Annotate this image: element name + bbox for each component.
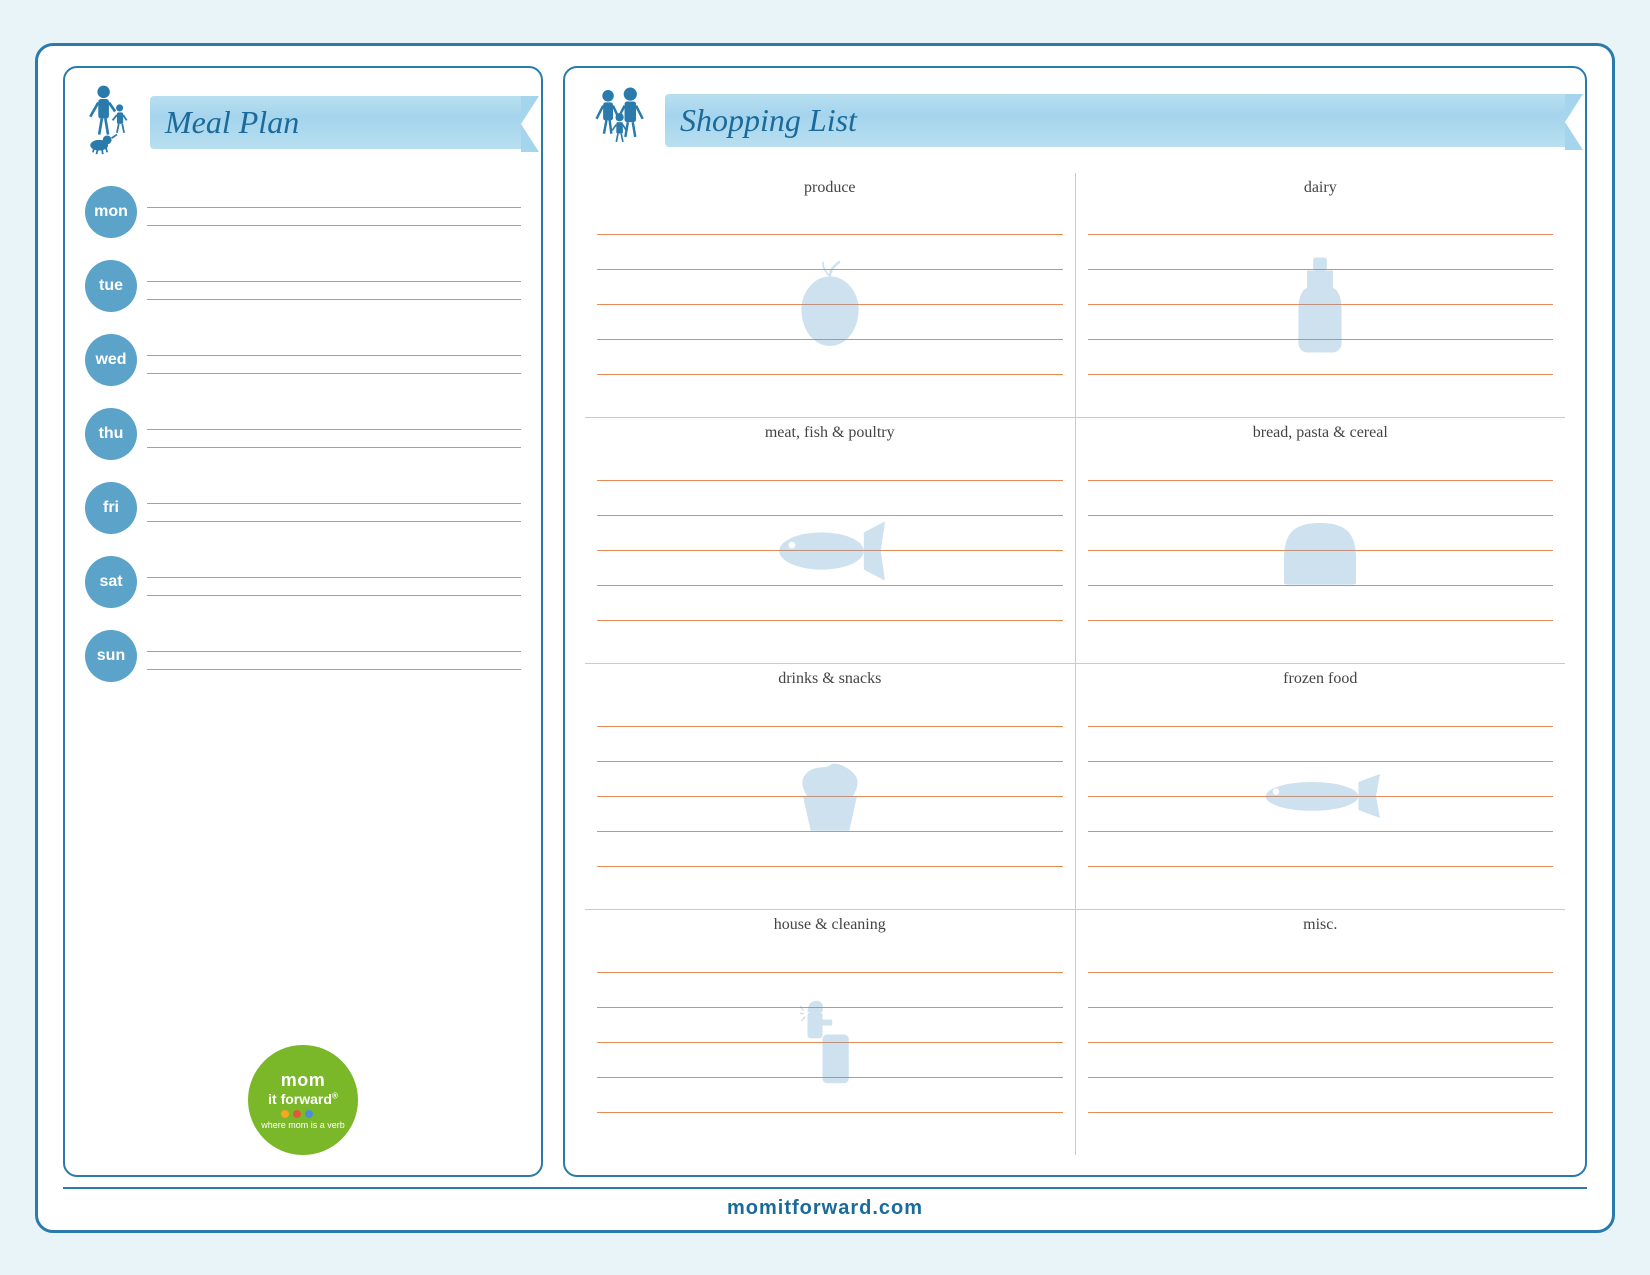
- day-lines-wed: [147, 346, 521, 374]
- days-list: mon tue: [85, 181, 521, 1030]
- day-line: [147, 660, 521, 670]
- shopping-title: Shopping List: [680, 102, 857, 139]
- bread-icon: [1275, 511, 1365, 591]
- day-lines-mon: [147, 198, 521, 226]
- day-line: [147, 290, 521, 300]
- day-row-wed: wed: [85, 334, 521, 386]
- footer: momitforward.com: [63, 1187, 1587, 1220]
- top-panels: Meal Plan mon tue: [63, 66, 1587, 1177]
- logo-forward: it forward®: [268, 1091, 338, 1107]
- day-lines-sun: [147, 642, 521, 670]
- cupcake-icon: [787, 754, 872, 839]
- day-line: [147, 586, 521, 596]
- day-line: [147, 272, 521, 282]
- category-house: house & cleaning: [585, 910, 1076, 1155]
- day-line: [147, 494, 521, 504]
- dot-3: [305, 1110, 313, 1118]
- day-row-sat: sat: [85, 556, 521, 608]
- dot-2: [293, 1110, 301, 1118]
- bread-title: bread, pasta & cereal: [1088, 424, 1554, 442]
- logo-tagline: where mom is a verb: [261, 1120, 345, 1130]
- category-meat: meat, fish & poultry: [585, 418, 1076, 663]
- dot-1: [281, 1110, 289, 1118]
- logo-dots: [281, 1110, 325, 1118]
- misc-lines: [1088, 938, 1554, 1147]
- day-line: [147, 438, 521, 448]
- category-dairy: dairy: [1076, 173, 1566, 418]
- day-row-mon: mon: [85, 186, 521, 238]
- shopping-row-meat-bread: meat, fish & poultry: [585, 418, 1565, 664]
- logo-circle: mom it forward® where mom is a verb: [248, 1045, 358, 1155]
- meal-plan-panel: Meal Plan mon tue: [63, 66, 543, 1177]
- category-frozen: frozen food: [1076, 664, 1566, 909]
- day-circle-mon: mon: [85, 186, 137, 238]
- misc-title: misc.: [1088, 916, 1554, 934]
- footer-website: momitforward.com: [727, 1197, 923, 1220]
- day-line: [147, 642, 521, 652]
- day-line: [147, 198, 521, 208]
- frozen-title: frozen food: [1088, 670, 1554, 688]
- family-icon: [585, 83, 655, 158]
- shopping-row-house-misc: house & cleaning: [585, 910, 1565, 1155]
- day-line: [147, 420, 521, 430]
- meal-plan-banner: Meal Plan: [150, 96, 521, 149]
- apple-icon: [785, 260, 875, 350]
- dairy-icon-wrap: [1088, 201, 1554, 410]
- day-line: [147, 216, 521, 226]
- meal-plan-header: Meal Plan: [85, 83, 521, 163]
- house-icon-wrap: [597, 938, 1063, 1147]
- day-circle-fri: fri: [85, 482, 137, 534]
- day-lines-thu: [147, 420, 521, 448]
- meal-plan-title: Meal Plan: [165, 104, 299, 141]
- spray-bottle-icon: [800, 992, 860, 1092]
- frozen-icon-wrap: [1088, 692, 1554, 901]
- day-lines-fri: [147, 494, 521, 522]
- meat-title: meat, fish & poultry: [597, 424, 1063, 442]
- shopping-banner: Shopping List: [665, 94, 1565, 147]
- day-circle-sat: sat: [85, 556, 137, 608]
- category-drinks: drinks & snacks: [585, 664, 1076, 909]
- drinks-icon-wrap: [597, 692, 1063, 901]
- logo-mom: mom: [281, 1070, 326, 1091]
- fish-icon: [775, 521, 885, 581]
- produce-icon-wrap: [597, 201, 1063, 410]
- misc-icon-wrap: [1088, 938, 1554, 1147]
- dairy-title: dairy: [1088, 179, 1554, 197]
- category-bread: bread, pasta & cereal: [1076, 418, 1566, 663]
- bread-icon-wrap: [1088, 446, 1554, 655]
- dot-4: [317, 1110, 325, 1118]
- day-lines-tue: [147, 272, 521, 300]
- day-circle-thu: thu: [85, 408, 137, 460]
- day-line: [147, 568, 521, 578]
- day-row-thu: thu: [85, 408, 521, 460]
- frozen-food-icon: [1260, 774, 1380, 819]
- day-row-fri: fri: [85, 482, 521, 534]
- day-line: [147, 364, 521, 374]
- meat-icon-wrap: [597, 446, 1063, 655]
- logo-area: mom it forward® where mom is a verb: [85, 1045, 521, 1155]
- person-with-dog-icon: [85, 83, 140, 163]
- shopping-content: produce: [585, 173, 1565, 1155]
- shopping-header: Shopping List: [585, 83, 1565, 158]
- day-line: [147, 346, 521, 356]
- bottle-icon: [1293, 257, 1348, 352]
- shopping-panel: Shopping List produce: [563, 66, 1587, 1177]
- day-lines-sat: [147, 568, 521, 596]
- shopping-row-produce-dairy: produce: [585, 173, 1565, 419]
- main-container: Meal Plan mon tue: [35, 43, 1615, 1233]
- drinks-title: drinks & snacks: [597, 670, 1063, 688]
- category-produce: produce: [585, 173, 1076, 418]
- day-circle-sun: sun: [85, 630, 137, 682]
- shopping-row-drinks-frozen: drinks & snacks: [585, 664, 1565, 910]
- day-circle-tue: tue: [85, 260, 137, 312]
- day-row-tue: tue: [85, 260, 521, 312]
- category-misc: misc.: [1076, 910, 1566, 1155]
- house-title: house & cleaning: [597, 916, 1063, 934]
- day-line: [147, 512, 521, 522]
- day-circle-wed: wed: [85, 334, 137, 386]
- day-row-sun: sun: [85, 630, 521, 682]
- produce-title: produce: [597, 179, 1063, 197]
